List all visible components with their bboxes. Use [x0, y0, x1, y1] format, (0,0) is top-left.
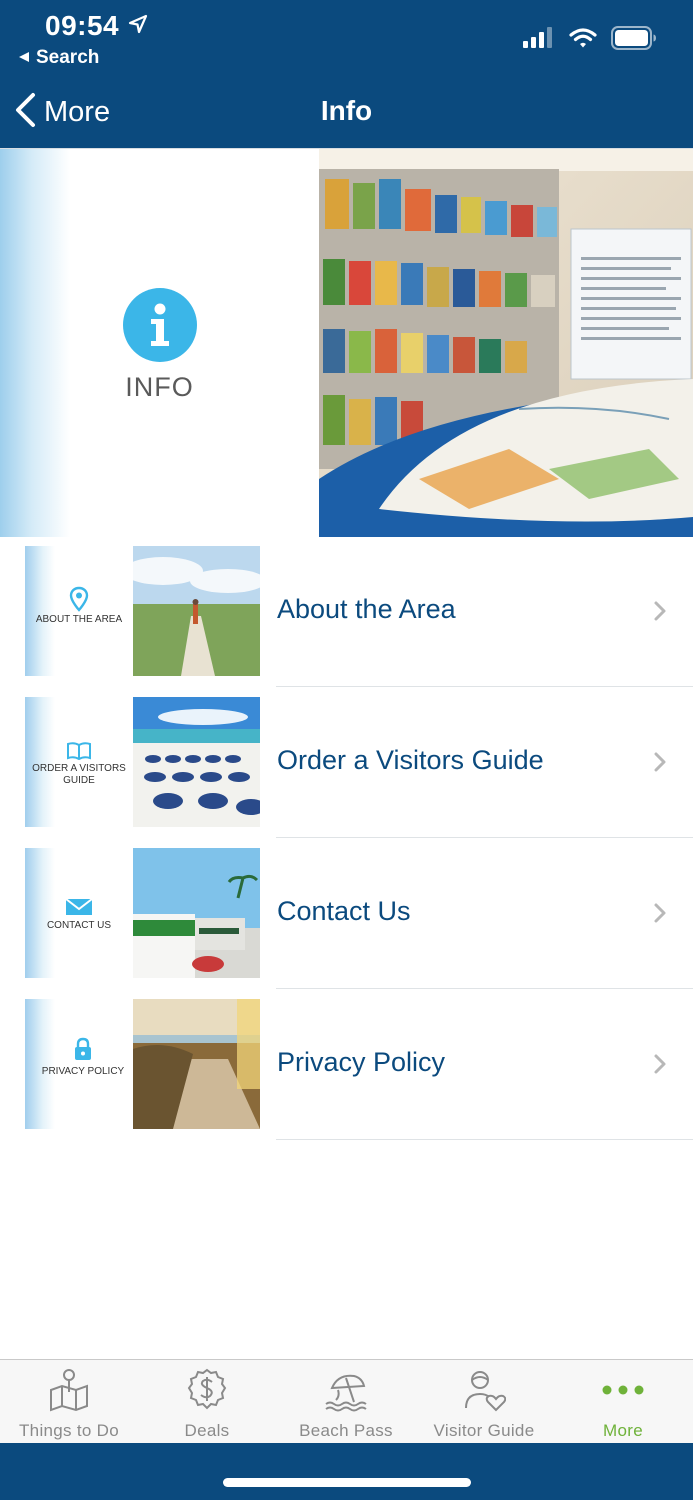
signal-icon — [523, 27, 555, 54]
status-icons — [523, 26, 657, 55]
battery-icon — [611, 26, 657, 55]
list-item-visitors-guide[interactable]: Order a Visitors Guide Order a Visitors … — [0, 687, 693, 838]
list-item-contact-us[interactable]: Contact Us Contact Us — [0, 838, 693, 989]
tile-visitors-guide: Order a Visitors Guide — [25, 697, 133, 827]
chevron-right-icon — [653, 902, 667, 929]
watercolor-accent — [0, 149, 70, 537]
list-item-label: Privacy Policy — [277, 1047, 446, 1077]
status-time: 09:54 — [45, 10, 120, 41]
list-item-label: About the Area — [277, 594, 456, 624]
tab-visitor-guide[interactable]: Visitor Guide — [415, 1360, 553, 1444]
tab-deals[interactable]: Deals — [138, 1360, 276, 1444]
tab-bar: Things to Do Deals Beach Pass Visitor Gu… — [0, 1359, 693, 1443]
nav-back-button[interactable]: More — [14, 92, 110, 133]
tab-things-to-do[interactable]: Things to Do — [0, 1360, 138, 1444]
tab-label: Things to Do — [19, 1421, 119, 1440]
back-triangle-icon — [18, 47, 30, 69]
thumb-beach-path — [133, 546, 260, 676]
home-indicator-area — [0, 1443, 693, 1500]
tile-about-area: About the Area — [25, 546, 133, 676]
back-app-label: Search — [36, 47, 100, 68]
tile-label: Contact Us — [46, 920, 112, 931]
more-dots-icon — [554, 1368, 692, 1412]
tab-more[interactable]: More — [554, 1360, 692, 1444]
beach-umbrella-icon — [277, 1368, 415, 1412]
thumb-sandy-trail — [133, 999, 260, 1129]
envelope-icon — [25, 898, 133, 921]
person-heart-icon — [415, 1368, 553, 1412]
hero-banner: INFO — [0, 148, 693, 537]
wifi-icon — [569, 27, 597, 54]
nav-back-label: More — [44, 96, 111, 128]
tab-beach-pass[interactable]: Beach Pass — [277, 1360, 415, 1444]
chevron-right-icon — [653, 1053, 667, 1080]
hero-photo-brochure-rack — [319, 149, 693, 537]
tab-label: Visitor Guide — [433, 1421, 535, 1440]
tab-label: More — [603, 1421, 643, 1440]
tile-label: Order a Visitors Guide — [32, 763, 126, 786]
thumb-beach-umbrellas — [133, 697, 260, 827]
tile-privacy-policy: Privacy Policy — [25, 999, 133, 1129]
hero-info-text: INFO — [125, 372, 194, 402]
tile-label: About the Area — [35, 614, 123, 625]
tab-label: Deals — [184, 1421, 230, 1440]
top-bar: 09:54 Search More Info — [0, 0, 693, 148]
row-divider — [276, 1139, 693, 1140]
list-item-label: Order a Visitors Guide — [277, 745, 544, 775]
list-item-privacy-policy[interactable]: Privacy Policy Privacy Policy — [0, 989, 693, 1140]
map-pin-icon — [25, 586, 133, 617]
tab-label: Beach Pass — [299, 1421, 393, 1440]
lock-icon — [33, 1037, 133, 1066]
thumb-visitor-center — [133, 848, 260, 978]
hero-info-panel: INFO — [0, 149, 319, 537]
chevron-right-icon — [653, 751, 667, 778]
location-arrow-icon — [128, 14, 148, 39]
tile-label: Privacy Policy — [41, 1066, 125, 1077]
home-indicator[interactable] — [223, 1478, 471, 1487]
app-screen: 09:54 Search More Info INFO ABOUT THE AR… — [0, 0, 693, 1500]
list-item-label: Contact Us — [277, 896, 411, 926]
map-pin-icon — [0, 1368, 138, 1412]
info-icon — [123, 288, 197, 362]
list-item-about-area[interactable]: About the Area About the Area — [0, 536, 693, 687]
back-to-app-link[interactable]: Search — [18, 47, 99, 69]
dollar-badge-icon — [138, 1368, 276, 1412]
chevron-right-icon — [653, 600, 667, 627]
tile-contact-us: Contact Us — [25, 848, 133, 978]
chevron-left-icon — [14, 92, 36, 133]
